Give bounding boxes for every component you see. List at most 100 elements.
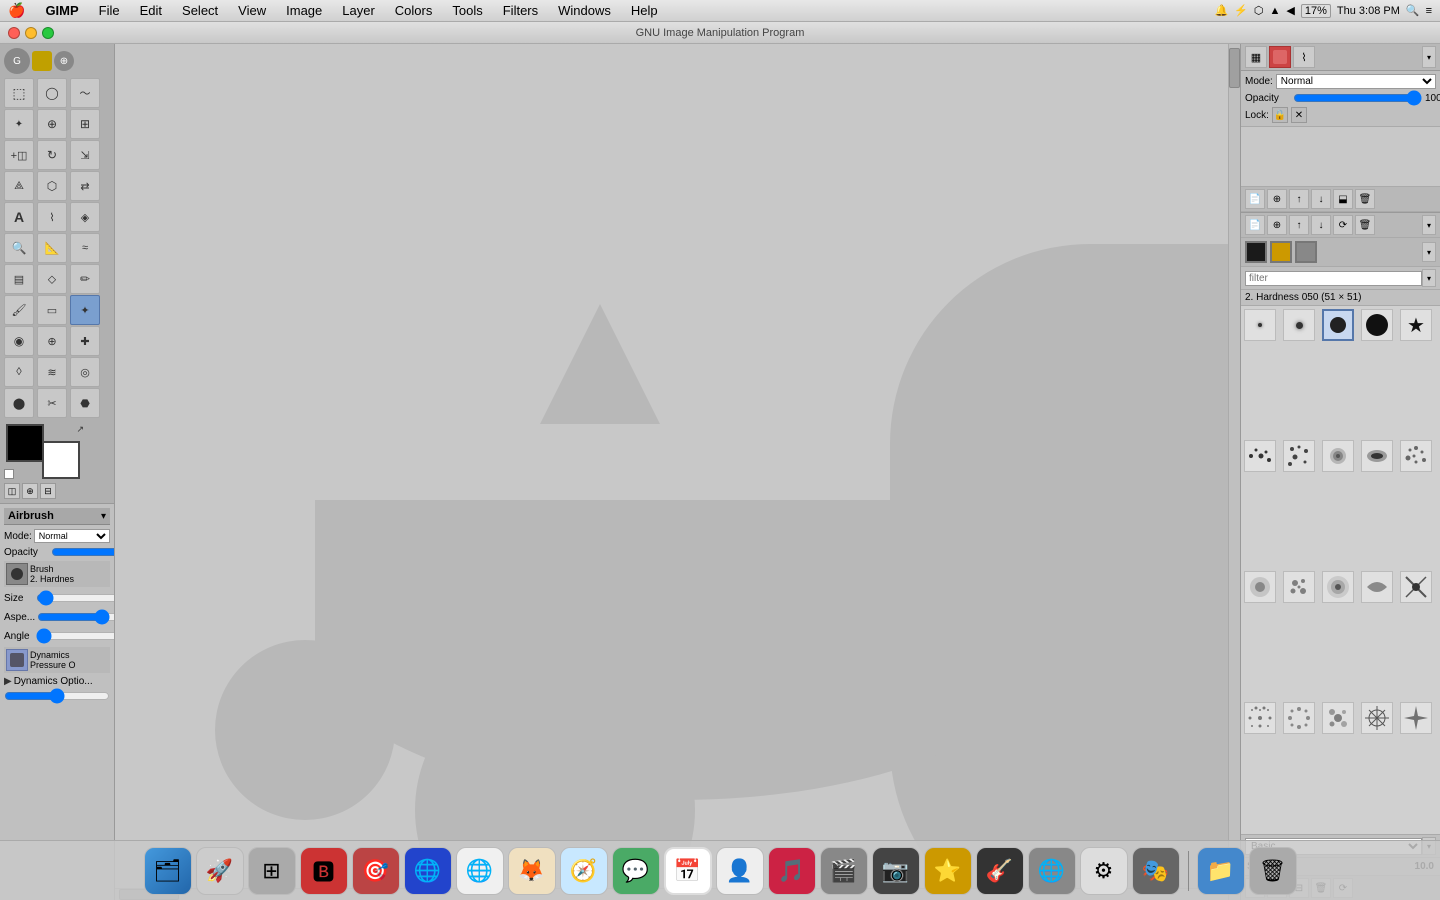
lock-pixels-btn[interactable]: ✕ <box>1291 107 1307 123</box>
brush-refresh-btn[interactable]: ⟳ <box>1333 215 1353 235</box>
canvas-vscroll[interactable] <box>1228 44 1240 900</box>
menu-edit[interactable]: Edit <box>132 1 170 20</box>
bluetooth-icon[interactable]: ⬡ <box>1254 4 1264 17</box>
dock-finder[interactable]: 🗂 <box>144 847 192 895</box>
brush-preview-small[interactable] <box>6 563 28 585</box>
opacity-slider[interactable] <box>51 546 114 558</box>
brush-cell-13[interactable] <box>1322 571 1354 603</box>
tool-rect-select[interactable]: ⬚ <box>4 78 34 108</box>
brush-cell-20[interactable] <box>1400 702 1432 734</box>
dock-trash[interactable]: 🗑 <box>1249 847 1297 895</box>
canvas-vscroll-thumb[interactable] <box>1229 48 1240 88</box>
tool-move[interactable]: ⊕ <box>37 109 67 139</box>
brush-cell-8[interactable] <box>1322 440 1354 472</box>
brush-chip-gray[interactable] <box>1295 241 1317 263</box>
tool-heal[interactable]: ✚ <box>70 326 100 356</box>
tool-clone[interactable]: ⊕ <box>37 326 67 356</box>
reset-colors-icon[interactable] <box>4 469 14 479</box>
tool-scale[interactable]: ⇲ <box>70 140 100 170</box>
menu-filters[interactable]: Filters <box>495 1 546 20</box>
brush-filter-input[interactable] <box>1245 271 1422 286</box>
brush-cell-19[interactable] <box>1361 702 1393 734</box>
tool-convolve[interactable]: ◊ <box>4 357 34 387</box>
right-panel-menu-btn[interactable]: ▾ <box>1422 46 1436 68</box>
lock-position-btn[interactable]: 🔒 <box>1272 107 1288 123</box>
fg-color-swatch[interactable] <box>6 424 44 462</box>
tool-cage[interactable]: ⬣ <box>70 388 100 418</box>
brush-filter-dropdown-btn[interactable]: ▾ <box>1422 269 1436 287</box>
brush-cell-9[interactable] <box>1361 440 1393 472</box>
tool-zoom[interactable]: 🔍 <box>4 233 34 263</box>
tool-airbrush[interactable]: ✦ <box>70 295 100 325</box>
brush-delete-btn[interactable]: 🗑 <box>1355 215 1375 235</box>
brush-cell-6[interactable] <box>1244 440 1276 472</box>
quick-toggle2[interactable]: ⊟ <box>40 483 56 499</box>
layers-tab-icon[interactable]: ▦ <box>1245 46 1267 68</box>
dock-app1[interactable]: 🅱 <box>300 847 348 895</box>
tool-scissors[interactable]: ✂ <box>37 388 67 418</box>
dock-itunes[interactable]: 🎵 <box>768 847 816 895</box>
tool-dodge-burn[interactable]: ◎ <box>70 357 100 387</box>
menu-tools[interactable]: Tools <box>444 1 490 20</box>
tool-paintbrush[interactable]: 🖌 <box>4 295 34 325</box>
tool-pencil[interactable]: ✏ <box>70 264 100 294</box>
quick-mask-btn[interactable]: ◫ <box>4 483 20 499</box>
dock-photobooth[interactable]: 📷 <box>872 847 920 895</box>
notification-icon[interactable]: 🔔 <box>1214 4 1228 17</box>
dock-rocket[interactable]: 🚀 <box>196 847 244 895</box>
layer-move-up-btn[interactable]: ↑ <box>1289 189 1309 209</box>
tool-color-picker[interactable]: ◈ <box>70 202 100 232</box>
brush-cell-17[interactable] <box>1283 702 1315 734</box>
canvas-area[interactable] <box>115 44 1240 900</box>
dock-safari[interactable]: 🧭 <box>560 847 608 895</box>
mode-select[interactable]: Normal <box>34 529 110 543</box>
search-icon[interactable]: 🔍 <box>1406 4 1420 17</box>
dock-stickies[interactable]: ⭐ <box>924 847 972 895</box>
brush-cell-10[interactable] <box>1400 440 1432 472</box>
tool-ink[interactable]: ◉ <box>4 326 34 356</box>
brush-chip-gold[interactable] <box>1270 241 1292 263</box>
menu-file[interactable]: File <box>91 1 128 20</box>
tool-warp[interactable]: ≈ <box>70 233 100 263</box>
layer-opacity-slider[interactable] <box>1293 92 1422 104</box>
tool-smudge[interactable]: ≋ <box>37 357 67 387</box>
size-slider[interactable] <box>36 592 114 604</box>
brush-new-btn[interactable]: 📄 <box>1245 215 1265 235</box>
layer-delete-btn[interactable]: 🗑 <box>1355 189 1375 209</box>
volume-icon[interactable]: ◀ <box>1286 4 1294 17</box>
dock-contacts[interactable]: 👤 <box>716 847 764 895</box>
minimize-button[interactable] <box>25 27 37 39</box>
tool-paths[interactable]: ⌇ <box>37 202 67 232</box>
tool-shear[interactable]: ⟁ <box>4 171 34 201</box>
dock-imovie[interactable]: 🎬 <box>820 847 868 895</box>
dock-firefox[interactable]: 🦊 <box>508 847 556 895</box>
tool-free-select[interactable]: 〜 <box>70 78 100 108</box>
dock-app5[interactable]: 🎭 <box>1132 847 1180 895</box>
tool-blend[interactable]: ▤ <box>4 264 34 294</box>
menu-extra-icon[interactable]: ≡ <box>1426 5 1432 17</box>
dock-app3[interactable]: 🌐 <box>404 847 452 895</box>
brush-cell-16[interactable] <box>1244 702 1276 734</box>
swap-colors-icon[interactable]: ↗ <box>76 424 84 435</box>
dock-garageband[interactable]: 🎸 <box>976 847 1024 895</box>
angle-slider[interactable] <box>36 630 114 642</box>
brush-cell-4[interactable] <box>1361 309 1393 341</box>
tool-perspective[interactable]: ⬡ <box>37 171 67 201</box>
brush-cell-15[interactable] <box>1400 571 1432 603</box>
tool-flip[interactable]: ⇄ <box>70 171 100 201</box>
tool-fg-select[interactable]: ⬤ <box>4 388 34 418</box>
tool-options-menu[interactable]: ▾ <box>101 511 106 522</box>
brush-chips-menu-btn[interactable]: ▾ <box>1422 242 1436 262</box>
menu-layer[interactable]: Layer <box>334 1 383 20</box>
layer-merge-btn[interactable]: ⬓ <box>1333 189 1353 209</box>
layer-move-down-btn[interactable]: ↓ <box>1311 189 1331 209</box>
maximize-button[interactable] <box>42 27 54 39</box>
brush-cell-14[interactable] <box>1361 571 1393 603</box>
brush-cell-18[interactable] <box>1322 702 1354 734</box>
layer-mode-select[interactable]: Normal <box>1276 74 1436 89</box>
dock-launchpad[interactable]: ⊞ <box>248 847 296 895</box>
layer-duplicate-btn[interactable]: ⊕ <box>1267 189 1287 209</box>
bg-color-swatch[interactable] <box>42 441 80 479</box>
menu-select[interactable]: Select <box>174 1 226 20</box>
menu-windows[interactable]: Windows <box>550 1 619 20</box>
